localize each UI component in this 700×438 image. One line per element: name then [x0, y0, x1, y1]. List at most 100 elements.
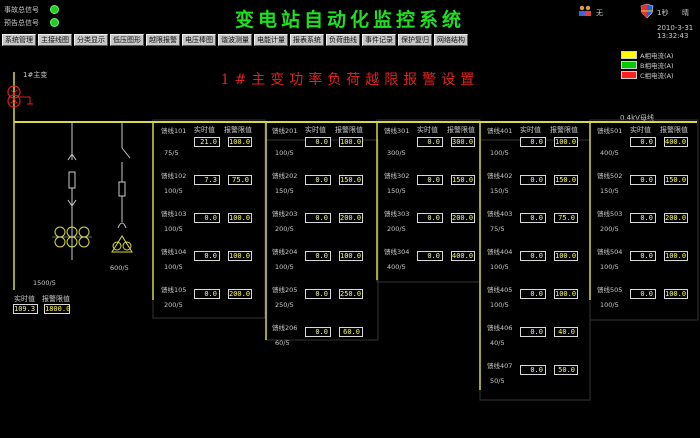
feeder-name: 馈线407 [487, 362, 513, 370]
feeder-limit-input[interactable]: 250.0 [339, 289, 363, 299]
col-3-actual-header: 实时值 [417, 126, 438, 134]
breaker-branch-2 [111, 122, 133, 253]
feeder-name: 馈线406 [487, 324, 513, 332]
transformer-ratio: 1500/5 [33, 279, 56, 287]
feeder-name: 馈线401 [487, 127, 513, 135]
feeder-name: 馈线301 [384, 127, 410, 135]
feeder-name: 馈线206 [272, 324, 298, 332]
feeder-name: 馈线201 [272, 127, 298, 135]
feeder-name: 馈线202 [272, 172, 298, 180]
feeder-limit-input[interactable]: 50.0 [554, 365, 578, 375]
feeder-name: 馈线102 [161, 172, 187, 180]
feeder-ratio: 60/5 [275, 339, 290, 347]
feeder-limit-input[interactable]: 100.0 [664, 251, 688, 261]
feeder-limit-input[interactable]: 150.0 [554, 175, 578, 185]
col-5-limit-header: 报警限值 [660, 126, 688, 134]
feeder-ratio: 75/5 [164, 149, 179, 157]
col-1-limit-header: 报警限值 [224, 126, 252, 134]
feeder-limit-input[interactable]: 100.0 [554, 137, 578, 147]
feeder-actual-value: 0.0 [417, 251, 443, 261]
feeder-name: 馈线105 [161, 286, 187, 294]
feeder-name: 馈线203 [272, 210, 298, 218]
feeder-limit-input[interactable]: 100.0 [554, 251, 578, 261]
feeder-ratio: 150/5 [600, 187, 619, 195]
feeder-actual-value: 0.0 [305, 137, 331, 147]
feeder-ratio: 100/5 [164, 187, 183, 195]
transformer-actual-header: 实时值 [14, 295, 35, 303]
transformer-limit-input[interactable]: 1800.0 [44, 304, 70, 314]
feeder-limit-input[interactable]: 200.0 [339, 213, 363, 223]
feeder-limit-input[interactable]: 400.0 [451, 251, 475, 261]
feeder-actual-value: 0.0 [520, 175, 546, 185]
feeder-actual-value: 0.0 [520, 327, 546, 337]
feeder-limit-input[interactable]: 200.0 [451, 213, 475, 223]
feeder-limit-input[interactable]: 100.0 [228, 137, 252, 147]
feeder-limit-input[interactable]: 150.0 [451, 175, 475, 185]
transformer-limit-header: 报警限值 [42, 295, 70, 303]
feeder-name: 馈线103 [161, 210, 187, 218]
branch-ratio: 600/5 [110, 264, 129, 272]
feeder-ratio: 50/5 [490, 377, 505, 385]
feeder-limit-input[interactable]: 75.0 [554, 213, 578, 223]
feeder-limit-input[interactable]: 100.0 [228, 251, 252, 261]
feeder-name: 馈线205 [272, 286, 298, 294]
feeder-ratio: 150/5 [490, 187, 509, 195]
feeder-actual-value: 0.0 [305, 289, 331, 299]
feeder-limit-input[interactable]: 100.0 [664, 289, 688, 299]
feeder-ratio: 200/5 [387, 225, 406, 233]
feeder-ratio: 100/5 [490, 263, 509, 271]
feeder-name: 馈线501 [597, 127, 623, 135]
feeder-ratio: 40/5 [490, 339, 505, 347]
feeder-ratio: 300/5 [387, 149, 406, 157]
feeder-ratio: 100/5 [600, 263, 619, 271]
feeder-name: 馈线403 [487, 210, 513, 218]
feeder-actual-value: 0.0 [630, 175, 656, 185]
feeder-limit-input[interactable]: 300.0 [451, 137, 475, 147]
feeder-limit-input[interactable]: 200.0 [228, 289, 252, 299]
feeder-limit-input[interactable]: 75.0 [228, 175, 252, 185]
feeder-actual-value: 0.0 [520, 137, 546, 147]
feeder-actual-value: 0.0 [194, 213, 220, 223]
feeder-limit-input[interactable]: 100.0 [339, 137, 363, 147]
feeder-ratio: 100/5 [164, 263, 183, 271]
feeder-ratio: 100/5 [275, 149, 294, 157]
feeder-name: 馈线204 [272, 248, 298, 256]
feeder-limit-input[interactable]: 150.0 [664, 175, 688, 185]
feeder-name: 馈线402 [487, 172, 513, 180]
feeder-limit-input[interactable]: 60.0 [339, 327, 363, 337]
transformer-symbol [7, 85, 33, 108]
feeder-ratio: 150/5 [387, 187, 406, 195]
feeder-name: 馈线303 [384, 210, 410, 218]
feeder-limit-input[interactable]: 400.0 [664, 137, 688, 147]
feeder-actual-value: 0.0 [630, 213, 656, 223]
feeder-actual-value: 0.0 [305, 251, 331, 261]
feeder-ratio: 150/5 [275, 187, 294, 195]
feeder-actual-value: 0.0 [417, 137, 443, 147]
feeder-actual-value: 0.0 [630, 137, 656, 147]
feeder-limit-input[interactable]: 200.0 [664, 213, 688, 223]
feeder-limit-input[interactable]: 40.0 [554, 327, 578, 337]
feeder-actual-value: 0.0 [520, 251, 546, 261]
feeder-actual-value: 7.3 [194, 175, 220, 185]
feeder-ratio: 100/5 [600, 301, 619, 309]
feeder-ratio: 250/5 [275, 301, 294, 309]
col-1-actual-header: 实时值 [194, 126, 215, 134]
feeder-ratio: 200/5 [600, 225, 619, 233]
feeder-actual-value: 0.0 [630, 251, 656, 261]
feeder-limit-input[interactable]: 150.0 [339, 175, 363, 185]
feeder-ratio: 100/5 [164, 225, 183, 233]
feeder-actual-value: 21.0 [194, 137, 220, 147]
feeder-limit-input[interactable]: 100.0 [554, 289, 578, 299]
feeder-actual-value: 0.0 [305, 213, 331, 223]
feeder-actual-value: 0.0 [194, 289, 220, 299]
feeder-limit-input[interactable]: 100.0 [339, 251, 363, 261]
transformer-actual-value: 109.3 [13, 304, 38, 314]
col-2-limit-header: 报警限值 [335, 126, 363, 134]
feeder-ratio: 100/5 [275, 263, 294, 271]
feeder-actual-value: 0.0 [417, 213, 443, 223]
feeder-actual-value: 0.0 [520, 365, 546, 375]
col-3-limit-header: 报警限值 [447, 126, 475, 134]
feeder-limit-input[interactable]: 100.0 [228, 213, 252, 223]
feeder-actual-value: 0.0 [520, 213, 546, 223]
feeder-name: 馈线304 [384, 248, 410, 256]
